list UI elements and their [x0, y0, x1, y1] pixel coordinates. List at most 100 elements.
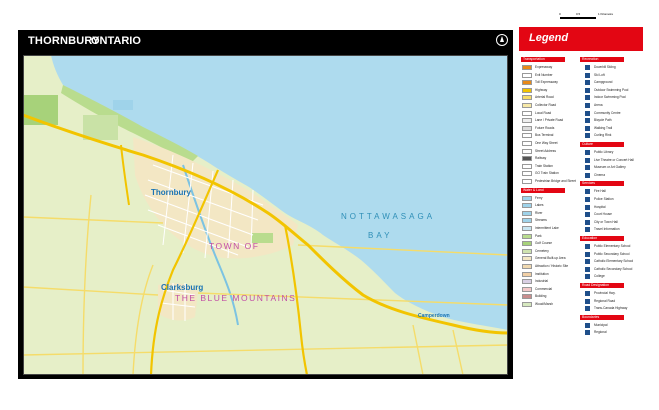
legend-swatch-icon [585, 291, 590, 296]
legend-swatch-icon [585, 330, 590, 336]
legend-swatch-icon [585, 204, 590, 210]
legend-header: Legend [519, 27, 643, 51]
legend-item-label: Public Secondary School [594, 251, 630, 256]
legend-swatch-icon [585, 274, 590, 280]
wood-area [83, 115, 118, 140]
legend-item: Wood/Marsh [522, 301, 554, 308]
legend-item: Golf Course [522, 240, 552, 247]
legend-category: Education [580, 236, 624, 241]
legend-item-label: Cemetery [535, 248, 549, 253]
legend-item-label: Arterial Road [535, 95, 554, 100]
legend-category: Services [580, 181, 624, 187]
map-drawing [23, 55, 508, 375]
legend-item: Public Elementary School [585, 243, 630, 250]
legend-item-label: Campground [594, 80, 613, 85]
map-title-town: THORNBURY [28, 35, 100, 47]
legend-swatch-icon [522, 148, 532, 154]
municipality-label-line1: TOWN OF [209, 241, 260, 251]
legend-swatch-icon [522, 279, 532, 285]
legend-item-label: Bicycle Path [594, 118, 612, 123]
legend-item: Park [522, 233, 542, 240]
legend-item-label: Exit Number [535, 72, 553, 77]
legend-swatch-icon [522, 72, 532, 78]
legend-item: Train Station [522, 163, 553, 170]
legend-swatch-icon [522, 133, 532, 139]
legend-item-label: College [594, 274, 605, 279]
legend-swatch-icon [585, 251, 590, 257]
legend-swatch-icon [585, 95, 590, 101]
legend-item: Toll Expressway [522, 79, 558, 86]
legend-item-label: Intermittent Lake [535, 226, 559, 230]
legend-item-label: Lakes [535, 203, 544, 208]
legend-swatch-icon [522, 226, 532, 231]
legend-swatch-icon [522, 156, 532, 162]
scale-label-end: 1 Kilometre [598, 12, 614, 16]
legend-item-label: Attraction / Historic Site [535, 264, 569, 268]
legend-item-label: Museum or Art Gallery [594, 165, 626, 170]
legend-item-label: Court House [594, 212, 612, 217]
legend-item: Ski Loft [585, 72, 605, 79]
legend-swatch-icon [585, 227, 590, 233]
legend-category: Water & Land [521, 187, 565, 193]
scale-label-start: 0 [559, 12, 561, 16]
legend-swatch-icon [522, 241, 532, 247]
legend-item-label: Fire Hall [594, 189, 606, 194]
legend-item: College [585, 273, 605, 280]
legend-item-label: Highway [535, 87, 548, 92]
legend-item: Collector Road [522, 102, 556, 109]
legend-swatch-icon [522, 65, 532, 70]
legend-swatch-icon [522, 210, 532, 216]
legend-swatch-icon [585, 87, 590, 93]
legend-item-label: Regional [594, 330, 607, 335]
legend-item-label: Hospital [594, 204, 606, 209]
map-canvas[interactable]: NOTTAWASAGA BAY Thornbury Clarksburg Cam… [23, 55, 508, 375]
legend-item: Bicycle Path [585, 117, 612, 124]
legend-swatch-icon [522, 264, 532, 269]
legend-item: Outdoor Swimming Pool [585, 87, 628, 94]
legend-swatch-icon [522, 141, 532, 146]
water-label-bay: BAY [368, 231, 393, 240]
legend-item-label: Regional Road [594, 298, 616, 303]
legend-item-label: Live Theatre or Concert Hall [594, 157, 634, 162]
legend-item-label: Future Roads [535, 125, 555, 130]
legend-item-label: Lane / Private Road [535, 118, 564, 123]
legend-swatch-icon [522, 271, 532, 277]
park-pond [113, 100, 133, 110]
legend-item-label: Streams [535, 218, 547, 223]
legend-item: Expressway [522, 64, 552, 71]
legend-swatch-icon [585, 157, 590, 163]
legend-item: Regional [585, 329, 607, 336]
legend-item: Court House [585, 211, 612, 218]
legend-item: Railway [522, 155, 546, 162]
legend-swatch-icon [522, 80, 532, 86]
legend-swatch-icon [585, 244, 590, 249]
legend-item: Hospital [585, 204, 606, 211]
scale-bar [560, 17, 596, 19]
municipality-label-line2: THE BLUE MOUNTAINS [175, 293, 297, 303]
legend-item: Pedestrian Bridge and Street [522, 178, 576, 185]
legend-item-label: City or Town Hall [594, 219, 618, 224]
legend-item: Attraction / Historic Site [522, 263, 569, 270]
legend-item: Public Library [585, 149, 613, 156]
town-label-clarksburg: Clarksburg [161, 283, 204, 292]
legend-item-label: Wood/Marsh [535, 302, 554, 306]
legend-item-label: Cinema [594, 172, 605, 177]
legend-item: Regional Road [585, 298, 616, 305]
legend-item: Trans-Canada Highway [585, 305, 627, 312]
legend-swatch-icon [585, 298, 590, 304]
legend-item: Arena [585, 102, 603, 109]
legend-item-label: River [535, 210, 543, 215]
legend-swatch-icon [522, 286, 532, 292]
legend-item: General Built-up Area [522, 255, 565, 262]
legend-item-label: Institution [535, 271, 549, 276]
legend-item: Public Secondary School [585, 251, 630, 258]
legend-swatch-icon [585, 189, 590, 195]
legend-item-label: Curling Rink [594, 133, 612, 138]
legend-swatch-icon [585, 150, 590, 155]
legend-swatch-icon [522, 203, 532, 209]
legend-item: Institution [522, 271, 549, 278]
water-label-nottawasaga: NOTTAWASAGA [341, 212, 436, 221]
legend-item-label: Commercial [535, 286, 553, 291]
legend-category: Culture [580, 142, 624, 147]
map-frame: THORNBURY ONTARIO NOTTAWASAGA BAY Thornb… [18, 30, 513, 379]
